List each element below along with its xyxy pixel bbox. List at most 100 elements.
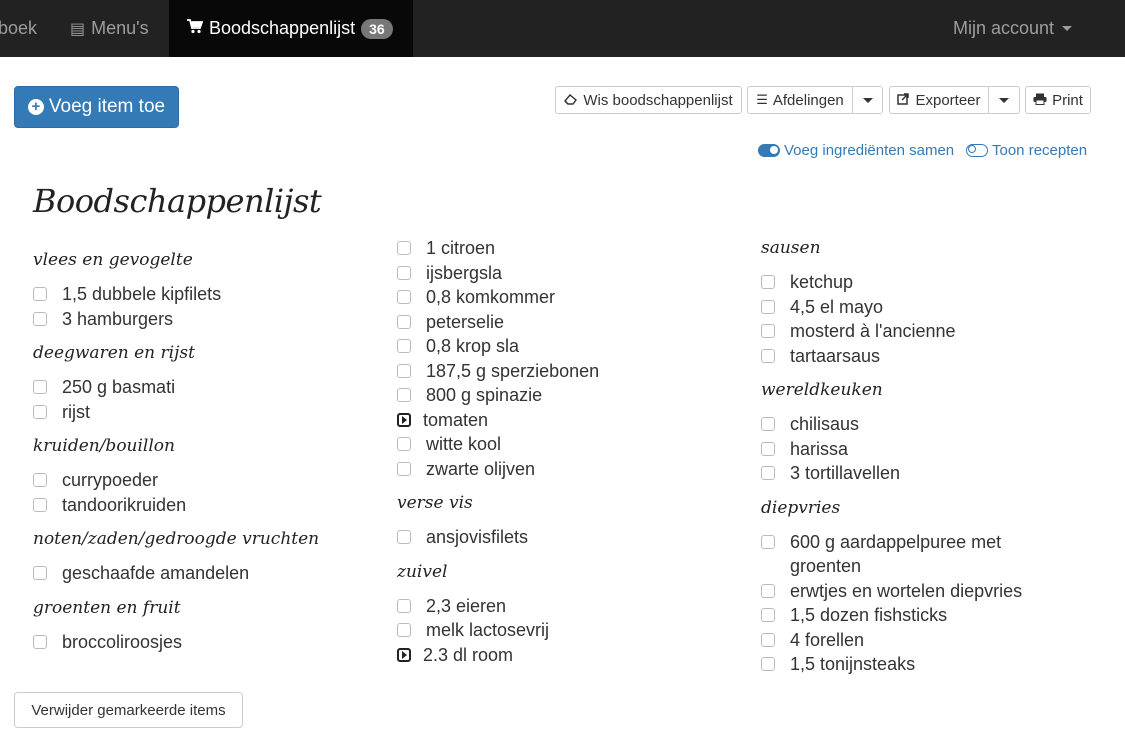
item-checkbox[interactable] — [761, 608, 775, 622]
item-checkbox[interactable] — [397, 363, 411, 378]
list-item-text: 3 tortillavellen — [790, 463, 901, 483]
list-item-text: 2.3 dl room — [423, 644, 514, 665]
item-checkbox[interactable] — [761, 299, 775, 314]
list-item[interactable]: 1 citroen — [397, 236, 727, 261]
merge-ingredients-toggle[interactable]: Voeg ingrediënten samen — [758, 140, 954, 160]
item-checkbox[interactable] — [397, 241, 411, 255]
item-checkbox[interactable] — [761, 348, 775, 363]
item-checkbox[interactable] — [397, 437, 411, 451]
item-checkbox[interactable] — [397, 461, 411, 476]
item-checkbox[interactable] — [33, 566, 47, 580]
departments-dropdown-toggle[interactable] — [853, 86, 883, 114]
item-checkbox[interactable] — [761, 417, 775, 431]
item-checkbox[interactable] — [761, 657, 775, 671]
list-item[interactable]: witte kool — [397, 432, 727, 457]
item-checkbox[interactable] — [397, 290, 411, 304]
list-item[interactable]: chilisaus — [761, 412, 1061, 437]
item-checkbox[interactable] — [761, 534, 775, 549]
nav-item-shopping-list-label: Boodschappenlijst — [209, 18, 356, 38]
list-item[interactable]: 3 hamburgers — [33, 307, 363, 332]
add-item-button[interactable]: + Voeg item toe — [14, 86, 179, 128]
merge-ingredients-label: Voeg ingrediënten samen — [784, 141, 955, 159]
list-item[interactable]: zwarte olijven — [397, 457, 727, 482]
list-item[interactable]: 1,5 dozen fishsticks — [761, 603, 1061, 628]
item-checkbox[interactable] — [761, 583, 775, 598]
item-checkbox[interactable] — [33, 380, 47, 394]
list-item[interactable]: 250 g basmati — [33, 375, 363, 400]
list-item[interactable]: 0,8 komkommer — [397, 285, 727, 310]
list-item[interactable]: rijst — [33, 400, 363, 425]
list-item[interactable]: melk lactosevrij — [397, 618, 727, 643]
nav-item-cookbook[interactable]: boek — [0, 0, 37, 57]
list-item[interactable]: ijsbergsla — [397, 261, 727, 286]
item-checkbox[interactable] — [761, 466, 775, 480]
item-checkbox[interactable] — [761, 324, 775, 338]
list-item[interactable]: tomaten — [397, 408, 727, 433]
add-item-label: Voeg item toe — [48, 96, 166, 117]
marked-checkbox[interactable] — [397, 647, 411, 662]
list-item[interactable]: 0,8 krop sla — [397, 334, 727, 359]
list-item[interactable]: 3 tortillavellen — [761, 461, 1061, 486]
list-item[interactable]: erwtjes en wortelen diepvries — [761, 579, 1061, 604]
departments-label: Afdelingen — [772, 91, 844, 109]
item-checkbox[interactable] — [33, 634, 47, 649]
list-item-text: rijst — [62, 401, 90, 422]
list-item[interactable]: ketchup — [761, 270, 1061, 295]
item-count-badge: 36 — [361, 18, 393, 39]
list-item[interactable]: 4 forellen — [761, 628, 1061, 653]
list-item-text: peterselie — [426, 311, 505, 332]
list-item[interactable]: 1,5 tonijnsteaks — [761, 652, 1061, 677]
list-item-text: zwarte olijven — [426, 458, 536, 479]
list-item[interactable]: 2.3 dl room — [397, 643, 727, 668]
list-item-text: mosterd à l'ancienne — [790, 321, 956, 341]
item-checkbox[interactable] — [397, 339, 411, 353]
list-item-text: 187,5 g sperziebonen — [426, 360, 600, 381]
list-item[interactable]: 1,5 dubbele kipfilets — [33, 282, 363, 307]
list-item-text: broccoliroosjes — [62, 631, 183, 652]
print-button[interactable]: Print — [1025, 86, 1091, 114]
show-recipes-toggle[interactable]: Toon recepten — [966, 140, 1087, 160]
item-checkbox[interactable] — [33, 497, 47, 512]
section-heading: wereldkeuken — [761, 380, 883, 400]
list-item[interactable]: mosterd à l'ancienne — [761, 319, 1061, 344]
nav-item-shopping-list[interactable]: Boodschappenlijst 36 — [169, 0, 413, 57]
export-dropdown-toggle[interactable] — [989, 86, 1020, 114]
nav-item-menus[interactable]: ▤ Menu's — [70, 0, 149, 57]
list-item[interactable]: tartaarsaus — [761, 344, 1061, 369]
item-checkbox[interactable] — [33, 311, 47, 326]
caret-down-icon — [1062, 26, 1073, 31]
list-item[interactable]: 187,5 g sperziebonen — [397, 359, 727, 384]
remove-marked-button[interactable]: Verwijder gemarkeerde items — [14, 692, 243, 728]
item-checkbox[interactable] — [397, 265, 411, 280]
departments-button[interactable]: ☰ Afdelingen — [747, 86, 853, 114]
list-item[interactable]: 4,5 el mayo — [761, 295, 1061, 320]
list-item[interactable]: currypoeder — [33, 468, 363, 493]
toggle-off-icon — [966, 143, 988, 157]
item-checkbox[interactable] — [397, 530, 411, 544]
item-checkbox[interactable] — [761, 632, 775, 647]
account-dropdown[interactable]: Mijn account — [953, 0, 1073, 57]
item-checkbox[interactable] — [397, 598, 411, 613]
list-item[interactable]: 800 g spinazie — [397, 383, 727, 408]
list-item[interactable]: geschaafde amandelen — [33, 561, 363, 586]
item-checkbox[interactable] — [397, 314, 411, 329]
item-checkbox[interactable] — [761, 441, 775, 456]
list-item[interactable]: tandoorikruiden — [33, 493, 363, 518]
item-checkbox[interactable] — [33, 287, 47, 301]
item-checkbox[interactable] — [397, 388, 411, 402]
list-item[interactable]: 600 g aardappelpuree met groenten — [761, 530, 1061, 579]
list-item[interactable]: harissa — [761, 437, 1061, 462]
section-heading: kruiden/bouillon — [33, 436, 175, 456]
list-column-1: vlees en gevogelte 1,5 dubbele kipfilets 3… — [33, 248, 363, 654]
marked-checkbox[interactable] — [397, 412, 411, 427]
list-item[interactable]: broccoliroosjes — [33, 630, 363, 655]
export-button[interactable]: Exporteer — [889, 86, 989, 114]
item-checkbox[interactable] — [397, 623, 411, 637]
item-checkbox[interactable] — [33, 473, 47, 487]
list-item[interactable]: ansjovisfilets — [397, 525, 727, 550]
item-checkbox[interactable] — [761, 275, 775, 289]
list-item[interactable]: peterselie — [397, 310, 727, 335]
clear-list-button[interactable]: Wis boodschappenlijst — [555, 86, 742, 114]
item-checkbox[interactable] — [33, 404, 47, 419]
list-item[interactable]: 2,3 eieren — [397, 594, 727, 619]
